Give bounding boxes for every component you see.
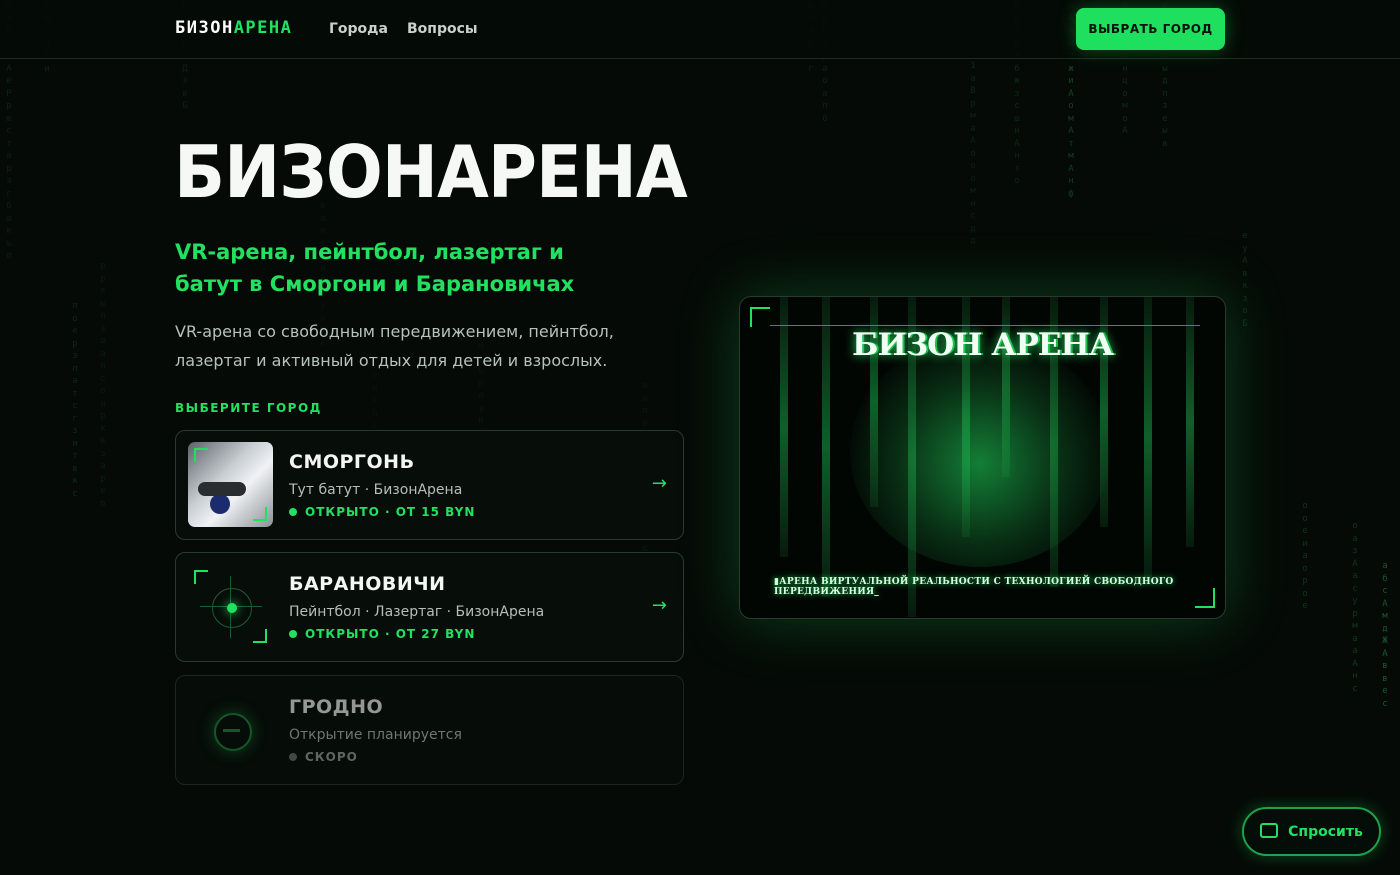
city-services: Тут батут · БизонАрена <box>289 482 463 498</box>
promo-media-panel[interactable]: БИЗОН АРЕНА ▮АРЕНА ВИРТУАЛЬНОЙ РЕАЛЬНОСТ… <box>739 296 1226 619</box>
baranovichi-target-thumbnail <box>188 564 273 649</box>
ask-chat-button[interactable]: Спросить <box>1242 807 1381 856</box>
rain-column: 1аВрмаАооомнсдд <box>970 61 976 246</box>
city-status-text: СКОРО <box>305 750 358 764</box>
top-navigation-bar: БИЗОНАРЕНА Города Вопросы ВЫБРАТЬ ГОРОД <box>0 0 1400 59</box>
arrow-right-icon: → <box>651 473 667 494</box>
thumbnail-corner <box>194 570 208 584</box>
choose-city-button[interactable]: ВЫБРАТЬ ГОРОД <box>1076 8 1225 50</box>
city-name: БАРАНОВИЧИ <box>289 573 446 595</box>
city-status: ОТКРЫТО · ОТ 27 BYN <box>289 627 475 641</box>
chat-bubble-icon <box>1260 823 1279 838</box>
logo-text-green: АРЕНА <box>233 18 293 38</box>
thumbnail-corner <box>194 448 208 462</box>
site-logo[interactable]: БИЗОНАРЕНА <box>175 18 292 38</box>
rain-column: абсАмдЖАввес <box>1382 561 1388 709</box>
rain-column: оазАасурмааАнс <box>1352 521 1358 694</box>
hero-description: VR-арена со свободным передвижением, пей… <box>175 322 614 370</box>
rain-column: ооеиаорое <box>1302 501 1308 611</box>
thumbnail-detail <box>210 494 230 514</box>
rain-column: еуАвкзоБ <box>1242 231 1248 329</box>
hero-title: БИЗОНАРЕНА <box>174 130 688 214</box>
status-dot-icon <box>289 508 297 516</box>
smorgon-photo-thumbnail <box>188 442 273 527</box>
city-status-text: ОТКРЫТО · ОТ 15 BYN <box>305 505 476 519</box>
city-status-text: ОТКРЫТО · ОТ 27 BYN <box>305 627 476 641</box>
target-icon <box>212 588 252 628</box>
city-card-smorgon[interactable]: СМОРГОНЬ Тут батут · БизонАрена ОТКРЫТО … <box>175 430 684 540</box>
ask-label: Спросить <box>1288 824 1363 840</box>
status-dot-icon <box>289 630 297 638</box>
thumbnail-corner <box>253 507 267 521</box>
nav-link-questions[interactable]: Вопросы <box>407 21 478 37</box>
media-frame-corner <box>750 307 770 327</box>
city-status: ОТКРЫТО · ОТ 15 BYN <box>289 505 475 519</box>
media-caption: ▮АРЕНА ВИРТУАЛЬНОЙ РЕАЛЬНОСТИ С ТЕХНОЛОГ… <box>774 577 1174 597</box>
grodno-thumbnail <box>188 687 273 772</box>
city-name: ГРОДНО <box>289 696 384 718</box>
city-services: Открытие планируется <box>289 727 462 743</box>
thumbnail-detail <box>198 482 246 496</box>
select-city-label: ВЫБЕРИТЕ ГОРОД <box>175 401 322 415</box>
hero-subtitle: VR-арена, пейнтбол, лазертаг и батут в С… <box>175 240 575 296</box>
rain-column: ррвыпзшапсонрквэарео <box>100 261 106 509</box>
city-services: Пейнтбол · Лазертаг · БизонАрена <box>289 604 545 620</box>
city-status: СКОРО <box>289 750 358 764</box>
rain-column: лоерзпатсгзитвкс <box>72 301 78 499</box>
bison-logo-image <box>850 337 1110 567</box>
nav-link-cities[interactable]: Города <box>329 21 388 37</box>
arrow-right-icon: → <box>651 595 667 616</box>
media-title-underline <box>770 325 1200 326</box>
city-name: СМОРГОНЬ <box>289 451 415 473</box>
logo-text-white: БИЗОН <box>175 18 234 38</box>
media-frame-corner <box>1195 588 1215 608</box>
city-card-grodno: ГРОДНО Открытие планируется СКОРО <box>175 675 684 785</box>
status-dot-icon <box>289 753 297 761</box>
coming-soon-icon <box>214 713 252 751</box>
thumbnail-corner <box>253 629 267 643</box>
city-card-baranovichi[interactable]: БАРАНОВИЧИ Пейнтбол · Лазертаг · БизонАр… <box>175 552 684 662</box>
media-title: БИЗОН АРЕНА <box>852 327 1114 363</box>
